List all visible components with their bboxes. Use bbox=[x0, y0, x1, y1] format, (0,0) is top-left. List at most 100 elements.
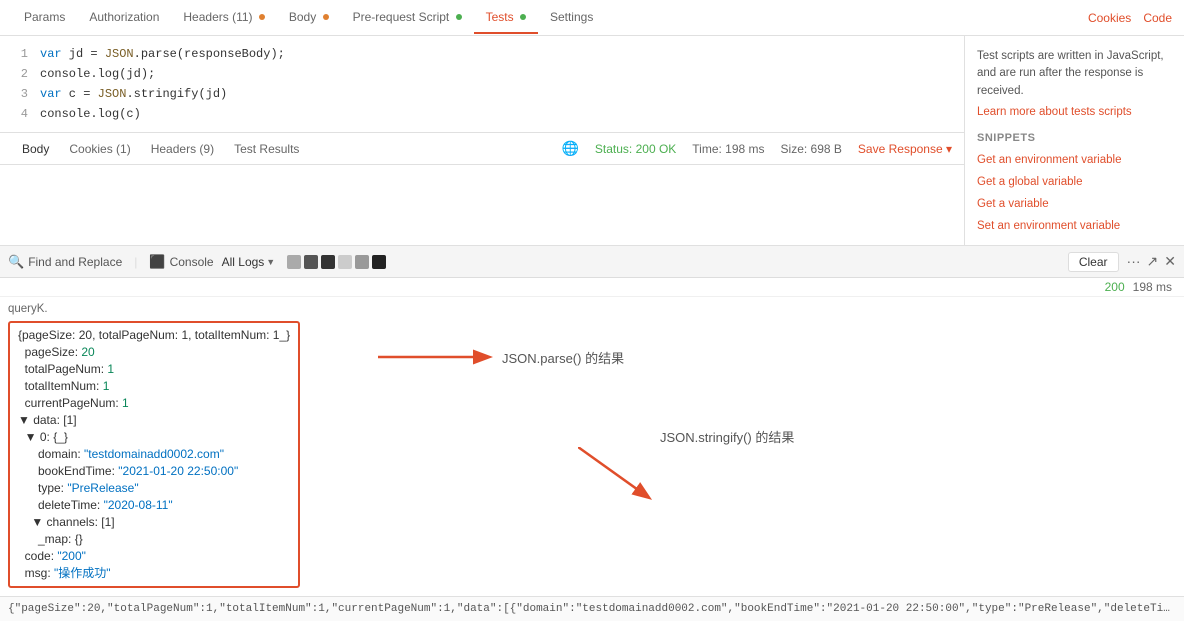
tab-body[interactable]: Body bbox=[277, 2, 341, 34]
response-tab-test-results[interactable]: Test Results bbox=[224, 138, 309, 160]
top-right-links: Cookies Code bbox=[1088, 11, 1172, 25]
code-text-4: console.log(c) bbox=[40, 105, 141, 123]
console-status-time: 198 ms bbox=[1133, 280, 1172, 294]
json-line-9: type: "PreRelease" bbox=[18, 480, 290, 497]
response-tab-body[interactable]: Body bbox=[12, 138, 59, 160]
json-line-11: ▼ channels: [1] bbox=[18, 514, 290, 531]
console-main: queryK. {pageSize: 20, totalPageNum: 1, … bbox=[0, 297, 1184, 621]
filter-dot-6[interactable] bbox=[372, 255, 386, 269]
json-line-10: deleteTime: "2020-08-11" bbox=[18, 497, 290, 514]
response-size: Size: 698 B bbox=[781, 142, 842, 156]
line-num-4: 4 bbox=[8, 105, 28, 123]
response-tabs-bar: Body Cookies (1) Headers (9) Test Result… bbox=[0, 133, 964, 165]
clear-button[interactable]: Clear bbox=[1068, 252, 1119, 272]
tab-headers[interactable]: Headers (11) bbox=[171, 2, 276, 34]
console-section: 🔍 Find and Replace | ⬛ Console All Logs … bbox=[0, 246, 1184, 621]
code-link[interactable]: Code bbox=[1143, 11, 1172, 25]
console-scroll-area[interactable]: queryK. {pageSize: 20, totalPageNum: 1, … bbox=[0, 297, 1184, 596]
console-button[interactable]: ⬛ Console bbox=[149, 254, 213, 270]
save-response-btn[interactable]: Save Response ▾ bbox=[858, 142, 952, 156]
find-replace-icon: 🔍 bbox=[8, 254, 24, 270]
prerequest-dot bbox=[456, 14, 462, 20]
status-code: Status: 200 OK bbox=[595, 142, 676, 156]
more-options-icon[interactable]: ··· bbox=[1127, 253, 1141, 270]
tests-dot bbox=[520, 14, 526, 20]
editor-left: 1 var jd = JSON.parse(responseBody); 2 c… bbox=[0, 36, 964, 245]
json-line-8: bookEndTime: "2021-01-20 22:50:00" bbox=[18, 463, 290, 480]
sidebar-learn-link[interactable]: Learn more about tests scripts bbox=[977, 106, 1172, 118]
line-num-1: 1 bbox=[8, 45, 28, 63]
tab-params[interactable]: Params bbox=[12, 2, 77, 34]
all-logs-button[interactable]: All Logs ▼ bbox=[222, 255, 276, 269]
chevron-down-icon: ▼ bbox=[266, 257, 275, 267]
json-line-0: {pageSize: 20, totalPageNum: 1, totalIte… bbox=[18, 327, 290, 344]
filter-dot-4[interactable] bbox=[338, 255, 352, 269]
snippet-set-env[interactable]: Set an environment variable bbox=[977, 220, 1172, 232]
json-line-5: ▼ data: [1] bbox=[18, 412, 290, 429]
response-status: 🌐 Status: 200 OK Time: 198 ms Size: 698 … bbox=[561, 140, 952, 157]
snippets-title: SNIPPETS bbox=[977, 132, 1172, 144]
sidebar-info-text: Test scripts are written in JavaScript, … bbox=[977, 48, 1172, 100]
console-status-bar: 200 198 ms bbox=[0, 278, 1184, 297]
filter-dot-2[interactable] bbox=[304, 255, 318, 269]
json-stringify-label: JSON.stringify() 的结果 bbox=[660, 427, 794, 446]
filter-dot-5[interactable] bbox=[355, 255, 369, 269]
close-icon[interactable]: ✕ bbox=[1164, 253, 1176, 270]
query-line: queryK. bbox=[8, 301, 1176, 317]
response-time: Time: 198 ms bbox=[692, 142, 764, 156]
all-logs-label: All Logs bbox=[222, 255, 265, 269]
tab-pre-request[interactable]: Pre-request Script bbox=[341, 2, 474, 34]
code-editor[interactable]: 1 var jd = JSON.parse(responseBody); 2 c… bbox=[0, 36, 964, 133]
json-parse-label: JSON.parse() 的结果 bbox=[502, 348, 624, 367]
find-replace-label: Find and Replace bbox=[28, 255, 122, 269]
console-icon: ⬛ bbox=[149, 254, 165, 270]
cookies-link[interactable]: Cookies bbox=[1088, 11, 1131, 25]
console-bar: 🔍 Find and Replace | ⬛ Console All Logs … bbox=[0, 246, 1184, 278]
json-line-3: totalItemNum: 1 bbox=[18, 378, 290, 395]
console-label: Console bbox=[170, 255, 214, 269]
code-line-3: 3 var c = JSON.stringify(jd) bbox=[0, 84, 964, 104]
console-status-code: 200 bbox=[1105, 280, 1125, 294]
snippet-get-var[interactable]: Get a variable bbox=[977, 198, 1172, 210]
json-line-14: msg: "操作成功" bbox=[18, 565, 290, 582]
headers-dot bbox=[259, 14, 265, 20]
globe-icon: 🌐 bbox=[561, 140, 578, 157]
snippet-get-env[interactable]: Get an environment variable bbox=[977, 154, 1172, 166]
json-output-box: {pageSize: 20, totalPageNum: 1, totalIte… bbox=[8, 321, 300, 588]
arrow-right-svg-1 bbox=[378, 342, 498, 372]
body-dot bbox=[323, 14, 329, 20]
console-right-actions: Clear ··· ↗ ✕ bbox=[1068, 252, 1176, 272]
code-text-1: var jd = JSON.parse(responseBody); bbox=[40, 45, 285, 63]
json-parse-annotation: JSON.parse() 的结果 bbox=[378, 342, 624, 372]
filter-dot-3[interactable] bbox=[321, 255, 335, 269]
json-stringify-annotation: JSON.stringify() 的结果 bbox=[578, 447, 658, 507]
json-line-1: pageSize: 20 bbox=[18, 344, 290, 361]
response-tab-cookies[interactable]: Cookies (1) bbox=[59, 138, 140, 160]
json-line-2: totalPageNum: 1 bbox=[18, 361, 290, 378]
right-sidebar: Test scripts are written in JavaScript, … bbox=[964, 36, 1184, 245]
json-line-7: domain: "testdomainadd0002.com" bbox=[18, 446, 290, 463]
snippet-get-global[interactable]: Get a global variable bbox=[977, 176, 1172, 188]
line-num-2: 2 bbox=[8, 65, 28, 83]
console-extra-actions: ··· ↗ ✕ bbox=[1127, 253, 1176, 270]
line-num-3: 3 bbox=[8, 85, 28, 103]
code-text-2: console.log(jd); bbox=[40, 65, 155, 83]
editor-section: 1 var jd = JSON.parse(responseBody); 2 c… bbox=[0, 36, 1184, 246]
code-line-2: 2 console.log(jd); bbox=[0, 64, 964, 84]
expand-icon[interactable]: ↗ bbox=[1147, 253, 1159, 270]
response-tab-headers[interactable]: Headers (9) bbox=[141, 138, 224, 160]
tab-authorization[interactable]: Authorization bbox=[77, 2, 171, 34]
tab-settings[interactable]: Settings bbox=[538, 2, 605, 34]
top-tabs-bar: Params Authorization Headers (11) Body P… bbox=[0, 0, 1184, 36]
arrow-right-svg-2 bbox=[578, 447, 658, 507]
filter-dot-1[interactable] bbox=[287, 255, 301, 269]
find-replace-button[interactable]: 🔍 Find and Replace bbox=[8, 254, 122, 270]
json-line-12: _map: {} bbox=[18, 531, 290, 548]
color-filter-dots bbox=[287, 255, 386, 269]
code-line-4: 4 console.log(c) bbox=[0, 104, 964, 124]
bottom-json-strip: {"pageSize":20,"totalPageNum":1,"totalIt… bbox=[0, 596, 1184, 621]
json-line-6: ▼ 0: {_} bbox=[18, 429, 290, 446]
json-line-4: currentPageNum: 1 bbox=[18, 395, 290, 412]
code-line-1: 1 var jd = JSON.parse(responseBody); bbox=[0, 44, 964, 64]
tab-tests[interactable]: Tests bbox=[474, 2, 538, 34]
